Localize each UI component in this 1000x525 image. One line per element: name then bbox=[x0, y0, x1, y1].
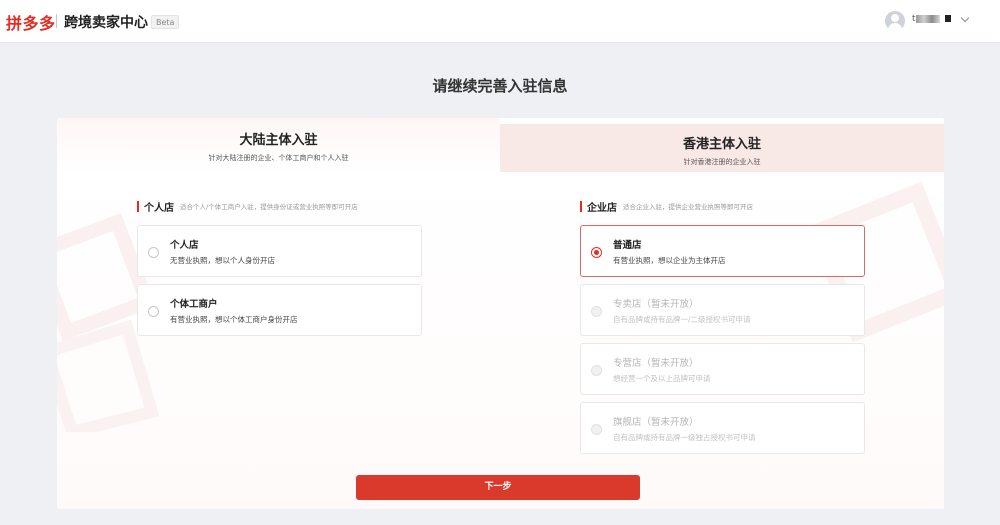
page-title: 请继续完善入驻信息 bbox=[432, 77, 568, 95]
user-name-text: t bbox=[912, 14, 915, 24]
option-flagship-store: 旗舰店（暂未开放） 自有品牌或持有品牌一级独占授权书可申请 bbox=[580, 402, 865, 454]
radio-icon[interactable] bbox=[148, 247, 159, 258]
option-title: 专卖店（暂未开放） bbox=[613, 299, 699, 310]
option-regular-store[interactable]: 普通店 有营业执照，想以企业为主体开店 bbox=[580, 225, 865, 277]
tab-subtitle: 针对大陆注册的企业、个体工商户和个人入驻 bbox=[208, 154, 349, 162]
option-title: 普通店 bbox=[613, 240, 642, 251]
radio-icon[interactable] bbox=[148, 306, 159, 317]
tab-mainland[interactable]: 大陆主体入驻 针对大陆注册的企业、个体工商户和个人入驻 bbox=[57, 118, 500, 172]
option-title: 个体工商户 bbox=[170, 299, 218, 310]
option-personal-store[interactable]: 个人店 无营业执照，想以个人身份开店 bbox=[137, 225, 422, 277]
radio-icon bbox=[591, 306, 602, 317]
option-title: 旗舰店（暂未开放） bbox=[613, 417, 699, 428]
logo[interactable]: 拼多多 bbox=[6, 10, 56, 34]
option-exclusive-store: 专卖店（暂未开放） 自有品牌或持有品牌一/二级授权书可申请 bbox=[580, 284, 865, 336]
avatar-icon[interactable] bbox=[885, 11, 905, 31]
radio-icon bbox=[591, 424, 602, 435]
next-button[interactable]: 下一步 bbox=[356, 475, 640, 500]
tab-title: 大陆主体入驻 bbox=[239, 133, 318, 148]
section-accent-bar bbox=[580, 200, 582, 212]
option-specialty-store: 专营店（暂未开放） 想经营一个及以上品牌可申请 bbox=[580, 343, 865, 395]
option-description: 想经营一个及以上品牌可申请 bbox=[613, 374, 711, 383]
option-title: 专营店（暂未开放） bbox=[613, 358, 699, 369]
tab-hongkong[interactable]: 香港主体入驻 针对香港注册的企业入驻 bbox=[500, 124, 944, 172]
option-description: 自有品牌或持有品牌一级独占授权书可申请 bbox=[613, 433, 756, 442]
beta-badge: Beta bbox=[151, 15, 180, 29]
card-body bbox=[57, 172, 944, 509]
option-individual-business[interactable]: 个体工商户 有营业执照，想以个体工商户身份开店 bbox=[137, 284, 422, 336]
top-bar: 拼多多 跨境卖家中心 Beta t bbox=[0, 0, 1000, 43]
section-description: 适合企业入驻，提供企业营业执照等即可开店 bbox=[623, 203, 753, 211]
document-icon bbox=[944, 15, 951, 22]
section-accent-bar bbox=[137, 200, 139, 212]
section-description: 适合个人/个体工商户入驻，提供身份证或营业执照等即可开店 bbox=[180, 203, 358, 211]
chevron-down-icon[interactable] bbox=[960, 13, 970, 23]
tab-title: 香港主体入驻 bbox=[682, 137, 761, 152]
tab-subtitle: 针对香港注册的企业入驻 bbox=[683, 158, 761, 166]
radio-icon bbox=[591, 365, 602, 376]
personal-section-header: 个人店 适合个人/个体工商户入驻，提供身份证或营业执照等即可开店 bbox=[137, 200, 358, 214]
option-description: 有营业执照，想以个体工商户身份开店 bbox=[170, 315, 298, 324]
section-label: 企业店 bbox=[587, 202, 617, 214]
enterprise-section-header: 企业店 适合企业入驻，提供企业营业执照等即可开店 bbox=[580, 200, 753, 214]
option-title: 个人店 bbox=[170, 240, 199, 251]
section-label: 个人店 bbox=[144, 202, 174, 214]
brand-title: 跨境卖家中心 bbox=[64, 15, 148, 31]
user-name-redacted bbox=[915, 14, 940, 23]
radio-icon[interactable] bbox=[591, 247, 602, 258]
user-name[interactable]: t bbox=[912, 14, 951, 24]
option-description: 无营业执照，想以个人身份开店 bbox=[170, 256, 275, 265]
option-description: 有营业执照，想以企业为主体开店 bbox=[613, 256, 726, 265]
option-description: 自有品牌或持有品牌一/二级授权书可申请 bbox=[613, 315, 751, 324]
brand-divider bbox=[56, 14, 57, 28]
